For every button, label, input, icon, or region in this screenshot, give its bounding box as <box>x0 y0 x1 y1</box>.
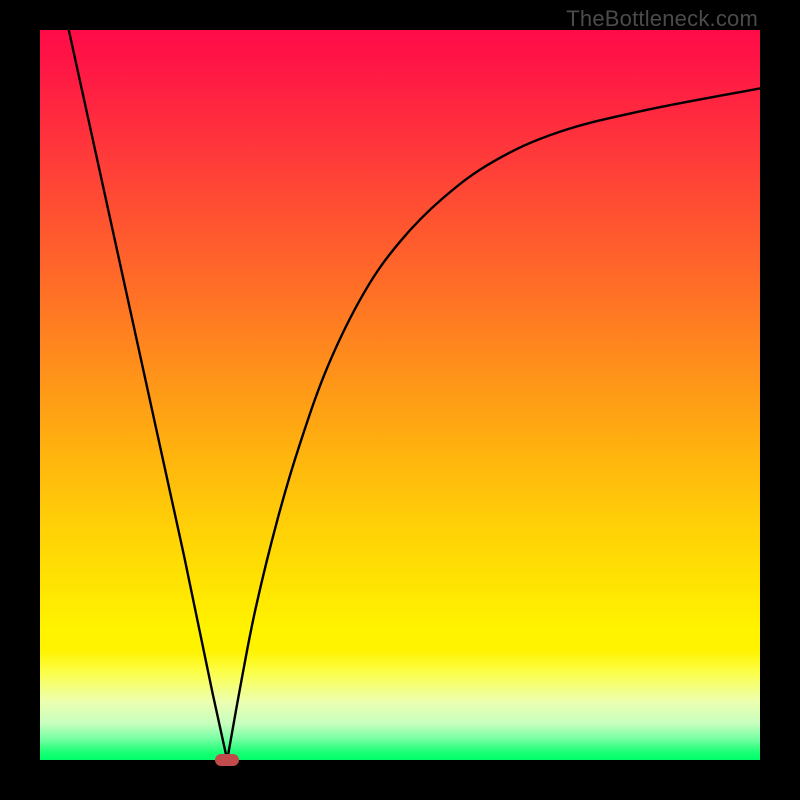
plot-area <box>40 30 760 760</box>
curve-left-branch <box>69 30 227 760</box>
bottleneck-curve <box>40 30 760 760</box>
watermark-text: TheBottleneck.com <box>566 6 758 32</box>
optimum-marker <box>215 754 239 766</box>
chart-frame: TheBottleneck.com <box>0 0 800 800</box>
curve-right-branch <box>227 88 760 760</box>
